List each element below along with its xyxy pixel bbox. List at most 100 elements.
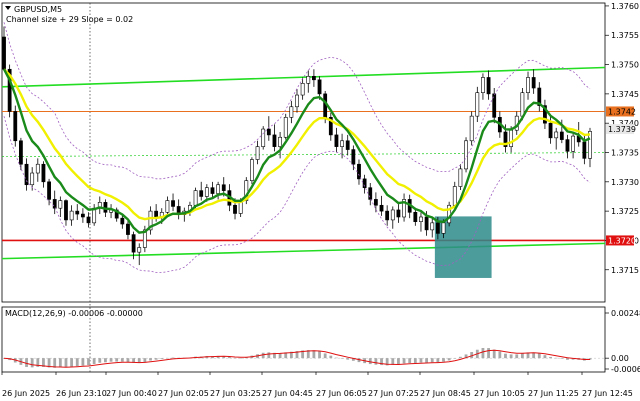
candle-body bbox=[193, 190, 198, 206]
candle-body bbox=[571, 135, 575, 152]
macd-histogram-bar bbox=[554, 357, 558, 359]
macd-histogram-bar bbox=[487, 348, 490, 359]
candle-body bbox=[47, 181, 51, 200]
macd-histogram-bar bbox=[115, 358, 119, 362]
macd-histogram-bar bbox=[549, 356, 552, 359]
candle-body bbox=[13, 111, 18, 142]
candle-body bbox=[75, 210, 80, 215]
macd-histogram-bar bbox=[425, 358, 428, 363]
candle-body bbox=[295, 94, 299, 108]
candle-body bbox=[120, 217, 125, 225]
candle-body bbox=[80, 213, 85, 218]
macd-histogram-bar bbox=[498, 351, 502, 359]
candle-body bbox=[171, 200, 175, 207]
candle-body bbox=[30, 172, 35, 186]
macd-histogram-bar bbox=[543, 355, 547, 359]
macd-histogram-bar bbox=[566, 358, 569, 360]
candle-body bbox=[430, 222, 435, 231]
candle-body bbox=[300, 83, 305, 96]
candle-body bbox=[464, 140, 468, 170]
candle-body bbox=[424, 216, 429, 231]
candle-body bbox=[41, 163, 46, 183]
candle-body bbox=[19, 140, 23, 165]
macd-histogram-bar bbox=[312, 350, 316, 359]
time-tick-label: 27 Jun 04:45 bbox=[262, 389, 313, 398]
macd-histogram-bar bbox=[459, 356, 462, 359]
macd-histogram-bar bbox=[430, 358, 434, 363]
candle-body bbox=[165, 200, 170, 213]
candle-body bbox=[204, 187, 209, 197]
candle-body bbox=[368, 187, 373, 200]
macd-histogram-bar bbox=[481, 347, 485, 359]
price-tick-label: 1.3730 bbox=[611, 178, 639, 187]
macd-histogram-bar bbox=[126, 358, 130, 362]
macd-histogram-bar bbox=[520, 353, 524, 359]
macd-histogram-bar bbox=[318, 351, 321, 359]
time-tick-label: 27 Jun 03:25 bbox=[210, 389, 261, 398]
current-price-tag: 1.3739 bbox=[608, 125, 636, 134]
resistance-price-tag: 1.3742 bbox=[608, 107, 636, 116]
macd-histogram-bar bbox=[25, 358, 28, 367]
candle-body bbox=[520, 92, 525, 117]
candle-body bbox=[582, 141, 587, 159]
indicator-label: Channel size + 29 Slope = 0.02 bbox=[6, 15, 133, 24]
candle-body bbox=[458, 168, 463, 187]
candle-body bbox=[340, 140, 344, 147]
candle-body bbox=[221, 184, 226, 191]
price-tick-label: 1.3760 bbox=[611, 2, 639, 11]
candle-body bbox=[58, 200, 63, 209]
macd-histogram-bar bbox=[346, 358, 350, 360]
macd-histogram-bar bbox=[227, 356, 231, 359]
candle-body bbox=[486, 77, 491, 95]
candle-body bbox=[289, 106, 294, 118]
macd-histogram-bar bbox=[368, 358, 372, 365]
candle-body bbox=[373, 199, 378, 206]
macd-histogram-bar bbox=[492, 349, 496, 359]
price-tick-label: 1.3735 bbox=[611, 149, 639, 158]
macd-histogram-bar bbox=[160, 358, 164, 359]
macd-histogram-bar bbox=[70, 358, 74, 367]
candle-body bbox=[475, 92, 480, 117]
macd-histogram-bar bbox=[239, 357, 243, 359]
macd-histogram-bar bbox=[329, 355, 333, 359]
macd-histogram-bar bbox=[120, 358, 124, 362]
time-tick-label: 27 Jun 08:45 bbox=[420, 389, 471, 398]
candle-body bbox=[452, 186, 457, 206]
price-tick-label: 1.3750 bbox=[611, 61, 639, 70]
time-tick-label: 27 Jun 11:25 bbox=[528, 389, 579, 398]
candle-body bbox=[345, 140, 350, 150]
macd-histogram-bar bbox=[92, 358, 96, 364]
time-tick-label: 27 Jun 06:05 bbox=[316, 389, 367, 398]
time-tick-label: 27 Jun 00:40 bbox=[106, 389, 157, 398]
candle-body bbox=[481, 77, 485, 94]
candle-body bbox=[312, 75, 316, 81]
macd-histogram-bar bbox=[30, 358, 34, 368]
candle-body bbox=[131, 234, 136, 253]
time-tick-label: 27 Jun 10:05 bbox=[474, 389, 525, 398]
macd-histogram-bar bbox=[149, 358, 152, 361]
support-price-tag: 1.3720 bbox=[608, 236, 636, 245]
candle-body bbox=[24, 163, 29, 186]
candle-body bbox=[216, 184, 221, 194]
macd-histogram-bar bbox=[340, 358, 344, 359]
macd-tick-label: 0.00 bbox=[611, 354, 629, 363]
macd-histogram-bar bbox=[397, 358, 400, 365]
candle-body bbox=[390, 209, 395, 221]
candle-body bbox=[435, 222, 440, 234]
candle-body bbox=[233, 204, 237, 214]
candle-body bbox=[531, 77, 536, 89]
time-tick-label: 26 Jun 23:10 bbox=[56, 389, 107, 398]
candle-body bbox=[306, 75, 311, 84]
macd-histogram-bar bbox=[402, 358, 406, 364]
macd-histogram-bar bbox=[98, 358, 102, 363]
macd-histogram-bar bbox=[408, 358, 412, 363]
candle-body bbox=[199, 190, 204, 197]
symbol-label: GBPUSD,M5 bbox=[14, 5, 62, 14]
candle-body bbox=[396, 209, 401, 218]
macd-histogram-bar bbox=[267, 352, 271, 359]
price-tick-label: 1.3745 bbox=[611, 90, 639, 99]
macd-histogram-bar bbox=[447, 358, 451, 361]
macd-histogram-bar bbox=[64, 358, 68, 368]
macd-label: MACD(12,26,9) -0.00006 -0.00000 bbox=[5, 309, 143, 318]
macd-histogram-bar bbox=[143, 358, 147, 363]
